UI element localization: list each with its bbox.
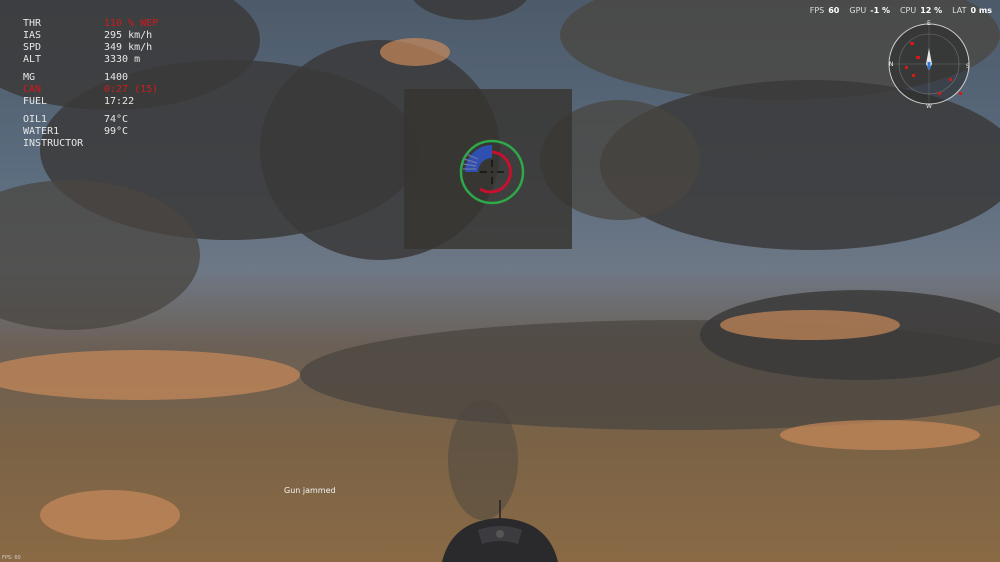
altitude-label: ALT	[23, 54, 42, 65]
speed-label: SPD	[23, 42, 42, 53]
mg-row: MG 1400	[23, 72, 158, 84]
ias-row: IAS 295 km/h	[23, 30, 158, 42]
fuel-label: FUEL	[23, 96, 48, 107]
instructor-row: INSTRUCTOR	[23, 138, 158, 150]
cpu-value: 12 %	[920, 6, 943, 15]
compass-west: W	[926, 103, 932, 110]
speed-row: SPD 349 km/h	[23, 42, 158, 54]
ias-value: 295 km/h	[104, 30, 153, 41]
cloud	[410, 0, 530, 20]
ias-label: IAS	[23, 30, 42, 41]
latency-value: 0 ms	[970, 6, 992, 15]
latency-stat: LAT 0 ms	[952, 6, 992, 15]
cloud	[40, 490, 180, 540]
aircraft-nose	[442, 500, 558, 562]
throttle-row: THR 110 % WEP	[23, 18, 158, 30]
cannon-value: 0:27 (15)	[104, 84, 159, 95]
flight-info-panel: THR 110 % WEP IAS 295 km/h SPD 349 km/h …	[23, 18, 158, 150]
oil-row: OIL1 74°C	[23, 114, 158, 126]
performance-overlay: FPS 60 GPU -1 % CPU 12 % LAT 0 ms	[810, 6, 992, 15]
cloud	[780, 420, 980, 450]
throttle-value: 110 % WEP	[104, 18, 159, 29]
compass-south: S	[966, 63, 970, 70]
gpu-stat: GPU -1 %	[849, 6, 890, 15]
fps-stat: FPS 60	[810, 6, 840, 15]
fps-mini-counter: FPS: 60	[2, 555, 21, 561]
cannon-label: CAN	[23, 84, 42, 95]
throttle-label: THR	[23, 18, 42, 29]
gpu-label: GPU	[849, 6, 867, 15]
gpu-value: -1 %	[870, 6, 890, 15]
compass-east: E	[927, 20, 931, 27]
mg-label: MG	[23, 72, 36, 83]
compass-north: N	[889, 61, 894, 68]
gunsight-reticle-icon	[459, 139, 525, 205]
water-value: 99°C	[104, 126, 129, 137]
player-marker-icon	[927, 62, 931, 69]
water-row: WATER1 99°C	[23, 126, 158, 138]
altitude-value: 3330 m	[104, 54, 141, 65]
cpu-stat: CPU 12 %	[900, 6, 942, 15]
cloud	[0, 350, 300, 400]
cannon-row: CAN 0:27 (15)	[23, 84, 158, 96]
compass-minimap: N E S W	[888, 20, 970, 110]
oil-value: 74°C	[104, 114, 129, 125]
speed-value: 349 km/h	[104, 42, 153, 53]
fuel-value: 17:22	[104, 96, 135, 107]
cloud	[720, 310, 900, 340]
latency-label: LAT	[952, 6, 967, 15]
oil-label: OIL1	[23, 114, 48, 125]
cpu-label: CPU	[899, 6, 917, 15]
water-label: WATER1	[23, 126, 60, 137]
fps-value: 60	[828, 6, 840, 15]
cloud	[380, 38, 450, 66]
altitude-row: ALT 3330 m	[23, 54, 158, 66]
instructor-label: INSTRUCTOR	[23, 138, 84, 149]
fps-label: FPS	[809, 6, 825, 15]
fuel-row: FUEL 17:22	[23, 96, 158, 108]
mg-value: 1400	[104, 72, 129, 83]
weapon-status-message: Gun jammed	[284, 486, 336, 495]
